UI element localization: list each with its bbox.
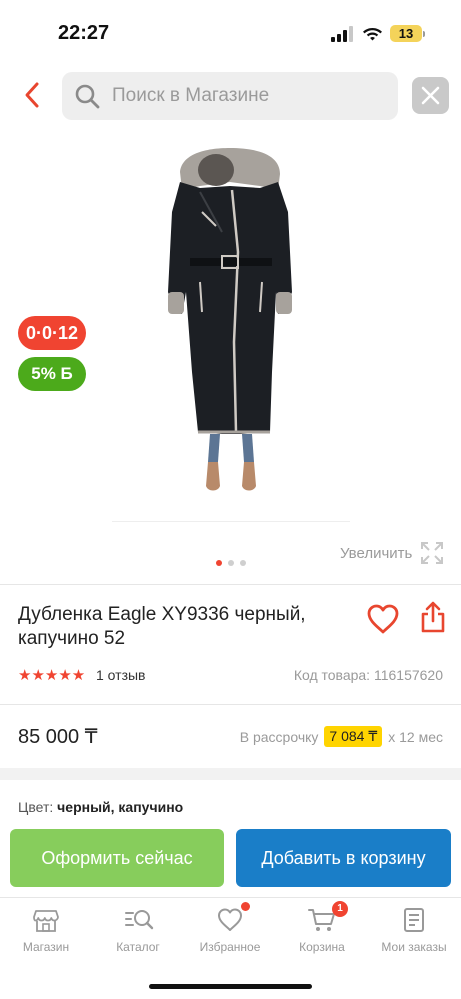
divider: [0, 704, 461, 705]
tab-label: Мои заказы: [381, 940, 447, 954]
bonus-badge: 5% Б: [18, 357, 86, 391]
pagination-dot[interactable]: [240, 560, 246, 566]
tab-favorites[interactable]: Избранное: [184, 902, 276, 962]
order-now-button[interactable]: Оформить сейчас: [10, 829, 224, 887]
shop-icon: [33, 910, 59, 932]
catalog-icon: [125, 910, 154, 930]
pagination-dot[interactable]: [228, 560, 234, 566]
image-divider: [112, 521, 350, 522]
battery-tip: [423, 31, 425, 37]
reviews-link[interactable]: 1 отзыв: [96, 667, 146, 683]
pagination-dot[interactable]: [216, 560, 222, 566]
back-arrow-icon[interactable]: [18, 80, 48, 110]
color-value: черный, капучино: [57, 799, 184, 815]
search-icon: [75, 84, 100, 109]
tab-orders[interactable]: Мои заказы: [368, 906, 460, 962]
search-box[interactable]: [62, 72, 398, 120]
notification-dot: [241, 902, 250, 911]
rating-row: ★★★★★ 1 отзыв Код товара: 116157620: [18, 664, 443, 686]
heart-icon[interactable]: [366, 603, 400, 635]
cart-count-badge: 1: [332, 901, 348, 917]
orders-icon: [404, 908, 424, 932]
tab-label: Избранное: [199, 940, 261, 954]
rating-stars: ★★★★★: [18, 667, 86, 684]
installment-prefix: В рассрочку: [239, 728, 319, 745]
search-row: [0, 70, 461, 122]
signal-icon: [331, 26, 353, 42]
battery-icon: 13: [390, 25, 422, 42]
home-indicator: [149, 984, 312, 989]
wifi-icon: [363, 28, 382, 41]
tab-catalog[interactable]: Каталог: [92, 906, 184, 962]
share-icon[interactable]: [420, 600, 446, 634]
divider: [0, 584, 461, 585]
expand-icon: [421, 542, 443, 564]
color-row: Цвет: черный, капучино: [18, 799, 183, 815]
product-sku: Код товара: 116157620: [293, 667, 443, 683]
gallery-pagination: [216, 560, 246, 566]
tab-label: Корзина: [299, 940, 345, 954]
add-to-cart-button[interactable]: Добавить в корзину: [236, 829, 451, 887]
product-image[interactable]: [110, 142, 350, 522]
status-time: 22:27: [58, 22, 110, 44]
heart-icon: [218, 908, 242, 931]
installment-info[interactable]: В рассрочку 7 084 ₸ х 12 мес: [240, 726, 443, 747]
zoom-label: Увеличить: [340, 545, 413, 562]
color-label: Цвет:: [18, 799, 54, 815]
product-title: Дубленка Eagle XY9336 черный, капучино 5…: [18, 604, 306, 649]
installment-suffix: х 12 мес: [388, 728, 443, 745]
status-bar: 22:27 13: [0, 0, 461, 62]
tab-shop[interactable]: Магазин: [0, 906, 92, 962]
installment-amount: 7 084 ₸: [324, 726, 383, 747]
tab-label: Магазин: [22, 940, 70, 954]
tab-cart[interactable]: 1 Корзина: [276, 901, 368, 962]
section-separator: [0, 768, 461, 780]
battery-level: 13: [398, 26, 414, 41]
price-row: 85 000 ₸ В рассрочку 7 084 ₸ х 12 мес: [18, 722, 443, 750]
tab-label: Каталог: [116, 940, 160, 954]
product-price: 85 000 ₸: [18, 726, 98, 748]
search-input[interactable]: [112, 72, 392, 120]
close-button[interactable]: [412, 77, 449, 114]
close-icon: [421, 86, 440, 105]
installment-badge: 0·0·12: [18, 316, 86, 350]
